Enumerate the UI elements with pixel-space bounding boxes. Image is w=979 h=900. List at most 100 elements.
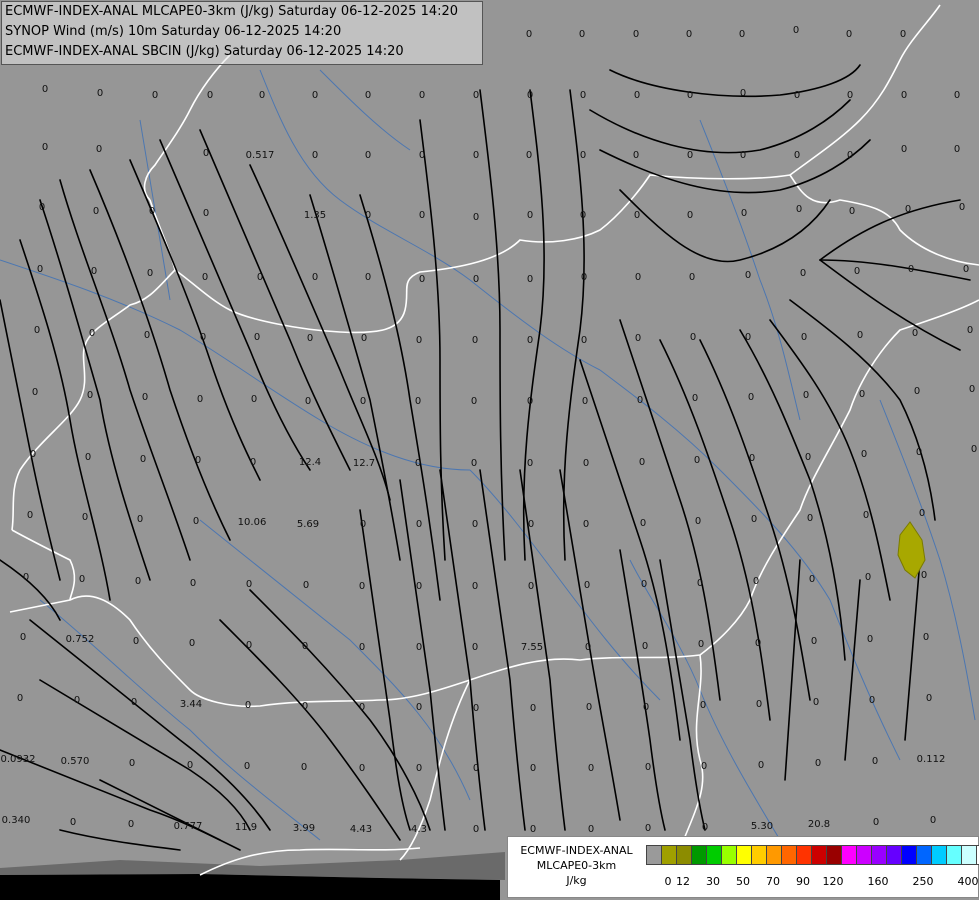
map-value-label: 0 [809,574,815,585]
map-value-label: 0 [312,90,318,101]
map-value-label: 7.55 [521,642,543,653]
map-value-label: 0 [740,150,746,161]
map-value-label: 0 [847,90,853,101]
map-value-label: 0 [190,578,196,589]
map-value-label: 3.99 [293,823,315,834]
map-value-label: 0 [959,202,965,213]
map-value-label: 0 [963,264,969,275]
map-value-label: 0 [908,264,914,275]
legend-color-scale [646,845,979,865]
map-value-label: 0 [473,703,479,714]
map-value-label: 0 [471,396,477,407]
map-value-label: 0 [635,272,641,283]
map-value-label: 0 [586,702,592,713]
header-line-mlcape: ECMWF-INDEX-ANAL MLCAPE0-3km (J/kg) Satu… [5,4,459,19]
map-value-label: 0 [637,395,643,406]
map-value-label: 0 [914,386,920,397]
map-value-label: 0 [639,457,645,468]
map-value-label: 12.4 [299,457,321,468]
map-value-label: 0 [135,576,141,587]
map-value-label: 0 [85,452,91,463]
map-value-label: 12.7 [353,458,375,469]
map-value-label: 0 [916,447,922,458]
map-value-label: 0 [74,695,80,706]
legend-title-line3: J/kg [566,874,587,887]
legend-swatch [662,845,677,865]
map-value-label: 0 [859,389,865,400]
map-value-label: 0 [361,333,367,344]
map-value-label: 0 [581,272,587,283]
map-value-label: 0 [748,392,754,403]
map-value-label: 0 [415,396,421,407]
map-value-label: 0 [27,510,33,521]
map-value-label: 0 [527,210,533,221]
map-value-label: 0 [416,519,422,530]
map-value-label: 0 [527,396,533,407]
map-value-label: 0 [796,204,802,215]
map-value-label: 0 [472,335,478,346]
map-value-label: 0 [305,396,311,407]
map-value-label: 0 [365,272,371,283]
map-value-label: 0 [930,815,936,826]
map-value-label: 0 [30,449,36,460]
legend-swatch [707,845,722,865]
map-value-label: 0 [303,580,309,591]
map-value-label: 0 [189,638,195,649]
map-value-label: 0 [419,150,425,161]
map-value-label: 0 [695,516,701,527]
map-value-label: 0 [794,90,800,101]
map-value-label: 0 [588,824,594,835]
map-value-label: 0 [758,760,764,771]
map-value-label: 0 [581,335,587,346]
map-value-label: 0 [745,270,751,281]
map-value-label: 0 [257,272,263,283]
map-value-label: 0 [584,580,590,591]
map-value-label: 0 [588,763,594,774]
legend-swatch [752,845,767,865]
map-value-label: 0 [137,514,143,525]
map-value-label: 0.517 [246,150,275,161]
map-value-label: 0 [415,458,421,469]
legend-swatch [737,845,752,865]
map-value-label: 0 [697,578,703,589]
legend-tick-label: 400 [957,875,979,888]
map-value-label: 0 [207,90,213,101]
map-value-label: 0 [365,150,371,161]
map-value-label: 0 [527,274,533,285]
map-value-label: 0 [246,579,252,590]
map-value-label: 0 [643,702,649,713]
legend-tick-label: 50 [736,875,750,888]
map-value-label: 0 [919,508,925,519]
map-value-label: 0 [585,642,591,653]
legend-title-line1: ECMWF-INDEX-ANAL [520,844,633,857]
map-value-label: 0 [20,632,26,643]
map-value-label: 0 [87,390,93,401]
color-legend: ECMWF-INDEX-ANAL MLCAPE0-3km J/kg 0 12 30 5… [507,836,979,898]
map-value-label: 0 [359,581,365,592]
map-value-label: 0 [753,576,759,587]
map-value-label: 0 [967,325,973,336]
map-value-label: 0 [79,574,85,585]
map-value-label: 0 [307,333,313,344]
map-value-label: 0 [905,204,911,215]
legend-tick-label: 120 [822,875,844,888]
map-value-label: 0 [312,150,318,161]
map-value-label: 0 [923,632,929,643]
map-value-label: 0 [203,208,209,219]
map-value-label: 0 [645,823,651,834]
map-value-label: 0 [131,697,137,708]
map-value-label: 0 [635,333,641,344]
map-value-label: 0 [526,150,532,161]
map-value-label: 0 [582,396,588,407]
map-value-label: 20.8 [808,819,830,830]
map-value-label: 0 [756,699,762,710]
legend-swatch [692,845,707,865]
legend-swatch [962,845,977,865]
legend-tick-labels: 0 12 30 50 70 90 120 160 250 400 [646,875,979,889]
legend-tick-label: 250 [912,875,934,888]
map-header: ECMWF-INDEX-ANAL MLCAPE0-3km (J/kg) Satu… [1,1,483,65]
map-value-label: 0 [133,636,139,647]
map-value-label: 0 [634,210,640,221]
legend-title-line2: MLCAPE0-3km [536,859,617,872]
map-value-label: 0 [416,763,422,774]
